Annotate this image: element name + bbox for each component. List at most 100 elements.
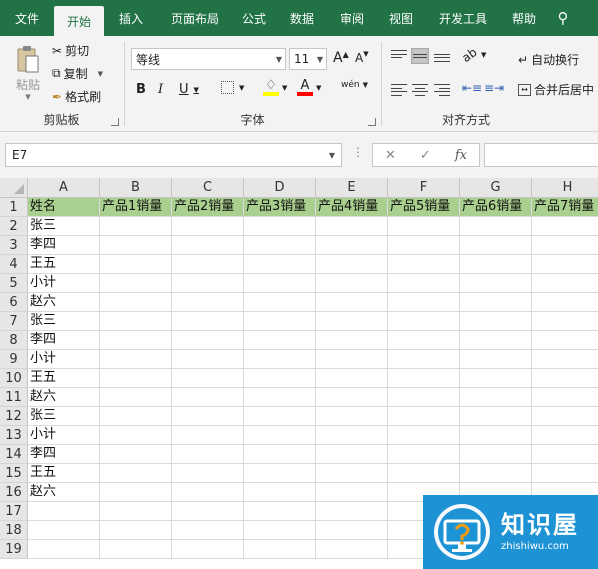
cell-d12[interactable]: [244, 407, 316, 426]
cell-a17[interactable]: [28, 502, 100, 521]
cell-c8[interactable]: [172, 331, 244, 350]
cell-a4[interactable]: 王五: [28, 255, 100, 274]
cell-a5[interactable]: 小计: [28, 274, 100, 293]
format-painter-button[interactable]: ✒ 格式刷: [52, 88, 101, 105]
align-bottom-icon[interactable]: [433, 48, 451, 64]
cell-c3[interactable]: [172, 236, 244, 255]
column-header-f[interactable]: F: [388, 178, 460, 198]
cell-e9[interactable]: [316, 350, 388, 369]
cell-b4[interactable]: [100, 255, 172, 274]
tab-data[interactable]: 数据: [276, 0, 328, 36]
cell-d7[interactable]: [244, 312, 316, 331]
cell-d13[interactable]: [244, 426, 316, 445]
column-header-d[interactable]: D: [244, 178, 316, 198]
insert-function-icon[interactable]: fx: [455, 148, 467, 163]
cell-f1[interactable]: 产品5销量: [388, 198, 460, 217]
cell-f13[interactable]: [388, 426, 460, 445]
increase-indent-button[interactable]: ≡⇥: [484, 81, 504, 95]
cell-e10[interactable]: [316, 369, 388, 388]
cell-a18[interactable]: [28, 521, 100, 540]
cell-h3[interactable]: [532, 236, 598, 255]
cell-e1[interactable]: 产品4销量: [316, 198, 388, 217]
fill-color-button[interactable]: ♢ ▼: [263, 79, 287, 96]
cell-h10[interactable]: [532, 369, 598, 388]
cell-d8[interactable]: [244, 331, 316, 350]
cell-g1[interactable]: 产品6销量: [460, 198, 532, 217]
cell-g3[interactable]: [460, 236, 532, 255]
cell-a16[interactable]: 赵六: [28, 483, 100, 502]
cell-a9[interactable]: 小计: [28, 350, 100, 369]
cell-f11[interactable]: [388, 388, 460, 407]
cell-d18[interactable]: [244, 521, 316, 540]
grow-font-button[interactable]: A ▲: [333, 50, 349, 67]
cell-b14[interactable]: [100, 445, 172, 464]
cell-f7[interactable]: [388, 312, 460, 331]
borders-button[interactable]: ▼: [221, 81, 244, 94]
row-header[interactable]: 5: [0, 274, 28, 293]
cell-c1[interactable]: 产品2销量: [172, 198, 244, 217]
copy-button[interactable]: ⧉ 复制 ▼: [52, 65, 103, 82]
cell-g12[interactable]: [460, 407, 532, 426]
column-header-e[interactable]: E: [316, 178, 388, 198]
align-center-icon[interactable]: [411, 82, 429, 98]
cell-b12[interactable]: [100, 407, 172, 426]
tab-file[interactable]: 文件: [0, 0, 54, 36]
cell-a8[interactable]: 李四: [28, 331, 100, 350]
cell-d15[interactable]: [244, 464, 316, 483]
cell-c9[interactable]: [172, 350, 244, 369]
underline-button[interactable]: U ▼: [179, 82, 199, 97]
cell-e8[interactable]: [316, 331, 388, 350]
cell-h15[interactable]: [532, 464, 598, 483]
cell-e14[interactable]: [316, 445, 388, 464]
name-box[interactable]: E7 ▼: [5, 143, 342, 167]
cell-e18[interactable]: [316, 521, 388, 540]
cell-h7[interactable]: [532, 312, 598, 331]
cell-h9[interactable]: [532, 350, 598, 369]
row-header[interactable]: 4: [0, 255, 28, 274]
cell-e5[interactable]: [316, 274, 388, 293]
cell-f4[interactable]: [388, 255, 460, 274]
cell-c2[interactable]: [172, 217, 244, 236]
cell-e3[interactable]: [316, 236, 388, 255]
cell-b6[interactable]: [100, 293, 172, 312]
cell-g13[interactable]: [460, 426, 532, 445]
cell-h8[interactable]: [532, 331, 598, 350]
cell-g10[interactable]: [460, 369, 532, 388]
row-header[interactable]: 10: [0, 369, 28, 388]
cell-h6[interactable]: [532, 293, 598, 312]
shrink-font-button[interactable]: A ▼: [355, 50, 369, 65]
cell-d19[interactable]: [244, 540, 316, 559]
cell-c17[interactable]: [172, 502, 244, 521]
cell-b13[interactable]: [100, 426, 172, 445]
cell-h14[interactable]: [532, 445, 598, 464]
cell-c11[interactable]: [172, 388, 244, 407]
cell-b1[interactable]: 产品1销量: [100, 198, 172, 217]
column-header-c[interactable]: C: [172, 178, 244, 198]
row-header[interactable]: 14: [0, 445, 28, 464]
cell-b19[interactable]: [100, 540, 172, 559]
cell-h1[interactable]: 产品7销量: [532, 198, 598, 217]
cell-f9[interactable]: [388, 350, 460, 369]
cell-c10[interactable]: [172, 369, 244, 388]
cell-f3[interactable]: [388, 236, 460, 255]
cell-b9[interactable]: [100, 350, 172, 369]
row-header[interactable]: 1: [0, 198, 28, 217]
column-header-g[interactable]: G: [460, 178, 532, 198]
cell-d11[interactable]: [244, 388, 316, 407]
merge-center-button[interactable]: ↔ 合并后居中: [518, 81, 594, 98]
cell-e12[interactable]: [316, 407, 388, 426]
cell-d4[interactable]: [244, 255, 316, 274]
cell-c13[interactable]: [172, 426, 244, 445]
orientation-button[interactable]: ab ▼: [459, 45, 486, 65]
row-header[interactable]: 6: [0, 293, 28, 312]
cell-e4[interactable]: [316, 255, 388, 274]
cell-a6[interactable]: 赵六: [28, 293, 100, 312]
cell-g4[interactable]: [460, 255, 532, 274]
cell-b11[interactable]: [100, 388, 172, 407]
cell-c6[interactable]: [172, 293, 244, 312]
cell-e15[interactable]: [316, 464, 388, 483]
cell-d5[interactable]: [244, 274, 316, 293]
cell-e19[interactable]: [316, 540, 388, 559]
row-header[interactable]: 2: [0, 217, 28, 236]
cell-f10[interactable]: [388, 369, 460, 388]
